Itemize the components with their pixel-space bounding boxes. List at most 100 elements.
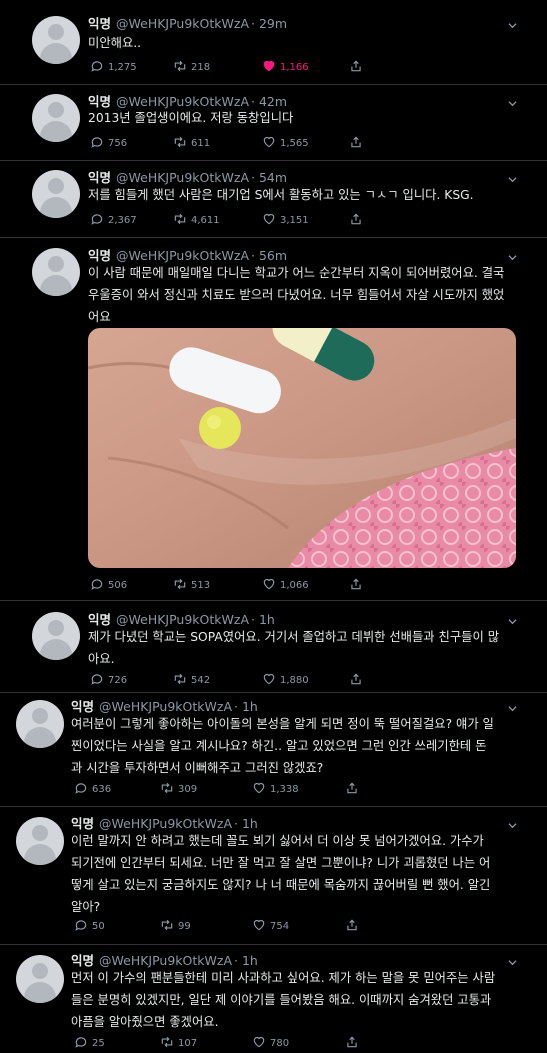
reply-icon (74, 918, 92, 935)
tweet-text: 여러분이 그렇게 좋아하는 아이돌의 본성을 알게 되면 정이 뚝 떨어질걸요?… (71, 717, 494, 775)
avatar[interactable] (32, 16, 80, 64)
retweet-button[interactable]: 218 (173, 59, 210, 76)
user-handle[interactable]: @WeHKJPu9kOtkWzA (99, 699, 232, 714)
share-button[interactable] (345, 781, 363, 798)
share-icon (349, 577, 367, 594)
retweet-button[interactable]: 4,611 (173, 212, 220, 229)
chevron-down-icon[interactable] (508, 253, 517, 262)
avatar[interactable] (32, 612, 80, 660)
tweet-divider (0, 692, 547, 693)
tweet-divider (0, 600, 547, 601)
avatar[interactable] (16, 817, 64, 865)
chevron-down-icon[interactable] (508, 958, 517, 967)
reply-button[interactable]: 636 (74, 781, 111, 798)
display-name[interactable]: 익명 (88, 170, 111, 185)
heart-icon (252, 1035, 270, 1052)
avatar-body-shape (24, 844, 56, 865)
display-name[interactable]: 익명 (71, 816, 94, 831)
share-button[interactable] (345, 918, 363, 935)
avatar-body-shape (40, 639, 72, 660)
reply-button[interactable]: 2,367 (90, 212, 137, 229)
avatar-head-shape (32, 825, 48, 841)
avatar[interactable] (16, 955, 64, 1003)
display-name[interactable]: 익명 (88, 16, 111, 31)
like-button[interactable]: 754 (252, 918, 289, 935)
user-handle[interactable]: @WeHKJPu9kOtkWzA (116, 16, 249, 31)
reply-button[interactable]: 1,275 (90, 59, 137, 76)
retweet-button[interactable]: 513 (173, 577, 210, 594)
share-button[interactable] (349, 135, 367, 152)
tweet-text: 저를 힘들게 했던 사람은 대기업 S에서 활동하고 있는 ㄱㅅㄱ 입니다. K… (88, 188, 474, 202)
like-button[interactable]: 1,880 (262, 672, 309, 689)
share-button[interactable] (349, 59, 367, 76)
tweet-text: 먼저 이 가수의 팬분들한테 미리 사과하고 싶어요. 제가 하는 말을 못 믿… (71, 971, 496, 1029)
chevron-down-icon[interactable] (508, 704, 517, 713)
timestamp[interactable]: · 1h (234, 953, 258, 968)
retweet-button[interactable]: 99 (160, 918, 191, 935)
retweet-button[interactable]: 611 (173, 135, 210, 152)
timestamp[interactable]: · 1h (234, 699, 258, 714)
avatar-head-shape (32, 708, 48, 724)
share-button[interactable] (345, 1035, 363, 1052)
retweet-count: 309 (178, 784, 198, 795)
user-handle[interactable]: @WeHKJPu9kOtkWzA (116, 248, 249, 263)
display-name[interactable]: 익명 (88, 612, 111, 627)
avatar[interactable] (32, 170, 80, 218)
avatar[interactable] (32, 248, 80, 296)
avatar[interactable] (16, 700, 64, 748)
share-icon (349, 672, 367, 689)
display-name[interactable]: 익명 (71, 953, 94, 968)
retweet-count: 4,611 (191, 215, 220, 226)
heart-filled-icon (262, 59, 280, 76)
timestamp[interactable]: · 29m (251, 16, 287, 31)
retweet-button[interactable]: 542 (173, 672, 210, 689)
reply-icon (90, 577, 108, 594)
display-name[interactable]: 익명 (71, 699, 94, 714)
like-count: 3,151 (280, 215, 309, 226)
retweet-count: 107 (178, 1038, 198, 1049)
timestamp[interactable]: · 56m (251, 248, 287, 263)
tweet-actions: 50 99 754 (0, 918, 547, 934)
like-button[interactable]: 1,066 (262, 577, 309, 594)
display-name[interactable]: 익명 (88, 248, 111, 263)
chevron-down-icon[interactable] (508, 175, 517, 184)
heart-icon (252, 781, 270, 798)
like-button[interactable]: 3,151 (262, 212, 309, 229)
tweet-divider (0, 944, 547, 945)
chevron-down-icon[interactable] (508, 821, 517, 830)
timestamp[interactable]: · 1h (251, 612, 275, 627)
tweet-actions: 25 107 780 (0, 1035, 547, 1051)
user-handle[interactable]: @WeHKJPu9kOtkWzA (116, 612, 249, 627)
like-button[interactable]: 780 (252, 1035, 289, 1052)
user-handle[interactable]: @WeHKJPu9kOtkWzA (99, 953, 232, 968)
avatar-head-shape (32, 963, 48, 979)
share-button[interactable] (349, 672, 367, 689)
reply-count: 726 (108, 675, 128, 686)
tweet-actions: 506 513 1,066 (0, 577, 547, 593)
reply-button[interactable]: 50 (74, 918, 105, 935)
chevron-down-icon[interactable] (508, 617, 517, 626)
timestamp[interactable]: · 1h (234, 816, 258, 831)
retweet-button[interactable]: 107 (160, 1035, 197, 1052)
reply-button[interactable]: 726 (90, 672, 127, 689)
share-button[interactable] (349, 577, 367, 594)
like-button[interactable]: 1,565 (262, 135, 309, 152)
like-button[interactable]: 1,338 (252, 781, 299, 798)
reply-button[interactable]: 506 (90, 577, 127, 594)
chevron-down-icon[interactable] (508, 21, 517, 30)
like-count: 1,880 (280, 675, 309, 686)
avatar-body-shape (40, 275, 72, 296)
reply-button[interactable]: 25 (74, 1035, 105, 1052)
share-button[interactable] (349, 212, 367, 229)
user-handle[interactable]: @WeHKJPu9kOtkWzA (99, 816, 232, 831)
like-count: 1,338 (270, 784, 299, 795)
user-handle[interactable]: @WeHKJPu9kOtkWzA (116, 170, 249, 185)
reply-button[interactable]: 756 (90, 135, 127, 152)
share-icon (349, 135, 367, 152)
retweet-button[interactable]: 309 (160, 781, 197, 798)
tweet-photo[interactable] (88, 328, 516, 568)
like-button[interactable]: 1,166 (262, 59, 309, 76)
timestamp[interactable]: · 54m (251, 170, 287, 185)
chevron-down-icon[interactable] (508, 99, 517, 108)
heart-icon (262, 212, 280, 229)
